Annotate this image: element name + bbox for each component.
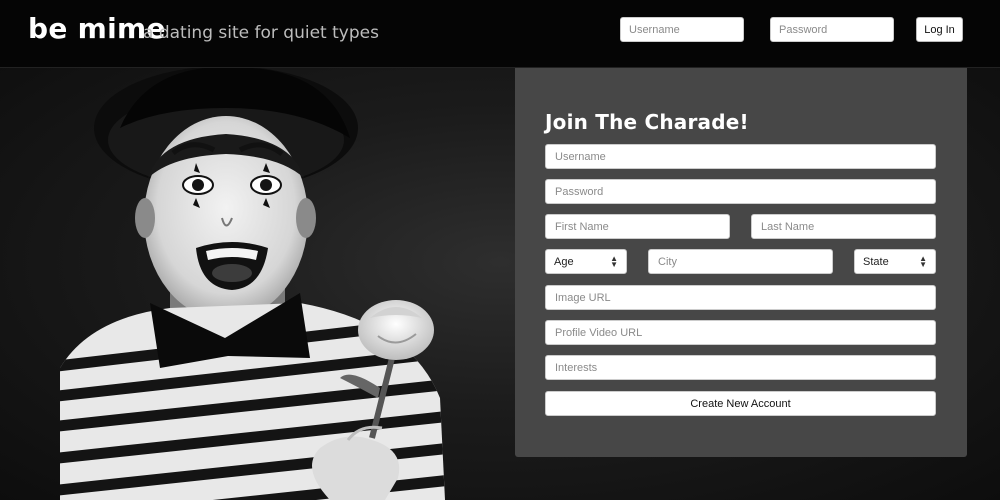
login-password-input[interactable]	[770, 17, 894, 42]
create-account-button[interactable]: Create New Account	[545, 391, 936, 416]
signup-panel: Join The Charade! Age ▲▼ State ▲▼ Create…	[515, 68, 967, 457]
age-select-value: Age	[554, 255, 574, 268]
up-down-chevron-icon: ▲ ▼	[610, 253, 618, 269]
state-select[interactable]: State ▲ ▼	[854, 249, 936, 274]
interests-input[interactable]	[545, 355, 936, 380]
signup-username-input[interactable]	[545, 144, 936, 169]
age-select[interactable]: Age ▲ ▼	[545, 249, 627, 274]
first-name-input[interactable]	[545, 214, 730, 239]
mime-photo	[60, 68, 445, 500]
site-tagline: a dating site for quiet types	[143, 23, 379, 43]
login-button[interactable]: Log In	[916, 17, 963, 42]
up-down-chevron-icon: ▲ ▼	[919, 253, 927, 269]
last-name-input[interactable]	[751, 214, 936, 239]
signup-password-input[interactable]	[545, 179, 936, 204]
state-select-value: State	[863, 255, 889, 268]
signup-title: Join The Charade!	[545, 110, 749, 134]
page: be mime a dating site for quiet types Lo…	[0, 0, 1000, 500]
profile-video-url-input[interactable]	[545, 320, 936, 345]
top-navbar: be mime a dating site for quiet types Lo…	[0, 0, 1000, 68]
login-username-input[interactable]	[620, 17, 744, 42]
city-input[interactable]	[648, 249, 833, 274]
image-url-input[interactable]	[545, 285, 936, 310]
